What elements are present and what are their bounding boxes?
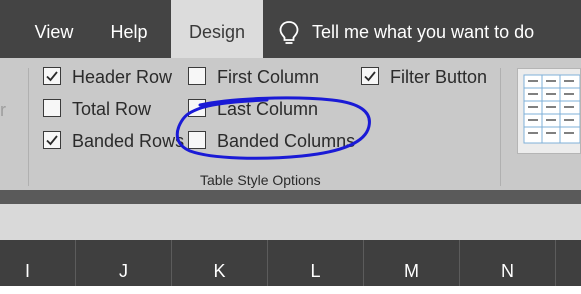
column-header-partial[interactable] [556, 240, 581, 286]
previous-group-partial-text: r [0, 100, 6, 120]
banded-columns-checkbox[interactable] [188, 131, 206, 149]
table-style-thumbnail-icon [523, 74, 581, 144]
column-header-row: I J K L M N [0, 240, 581, 286]
excel-window: View Help Design Tell me what you want t… [0, 0, 581, 294]
group-separator [28, 68, 29, 186]
ribbon-collapse-strip [0, 190, 581, 204]
column-header-i[interactable]: I [0, 240, 76, 286]
tab-help[interactable]: Help [99, 0, 159, 58]
banded-rows-checkbox[interactable] [43, 131, 61, 149]
last-column-checkbox[interactable] [188, 99, 206, 117]
last-column-label: Last Column [217, 99, 319, 119]
group-separator [500, 68, 501, 186]
column-header-k[interactable]: K [172, 240, 268, 286]
tell-me-label: Tell me what you want to do [312, 22, 535, 42]
first-column-label: First Column [217, 67, 320, 87]
checkmark-icon [364, 71, 376, 82]
header-row-checkbox[interactable] [43, 67, 61, 85]
table-style-gallery-item[interactable] [517, 68, 581, 154]
lightbulb-icon [279, 21, 299, 44]
checkmark-icon [46, 135, 58, 146]
tab-view[interactable]: View [24, 0, 84, 58]
checkmark-icon [46, 71, 58, 82]
banded-columns-label: Banded Columns [217, 131, 356, 151]
formula-bar-area [0, 204, 581, 240]
column-header-l[interactable]: L [268, 240, 364, 286]
filter-button-checkbox[interactable] [361, 67, 379, 85]
first-column-checkbox[interactable] [188, 67, 206, 85]
total-row-checkbox[interactable] [43, 99, 61, 117]
total-row-label: Total Row [72, 99, 152, 119]
worksheet-grid-row[interactable] [0, 286, 581, 294]
ribbon-design-panel: r Header Row Total Row Banded Rows First… [0, 58, 581, 190]
tab-design[interactable]: Design [171, 0, 263, 58]
banded-rows-label: Banded Rows [72, 131, 185, 151]
column-header-n[interactable]: N [460, 240, 556, 286]
column-header-m[interactable]: M [364, 240, 460, 286]
ribbon-tab-bar: View Help Design Tell me what you want t… [0, 0, 581, 58]
table-style-options-group-label: Table Style Options [200, 172, 321, 188]
column-header-j[interactable]: J [76, 240, 172, 286]
header-row-label: Header Row [72, 67, 173, 87]
filter-button-label: Filter Button [390, 67, 488, 87]
